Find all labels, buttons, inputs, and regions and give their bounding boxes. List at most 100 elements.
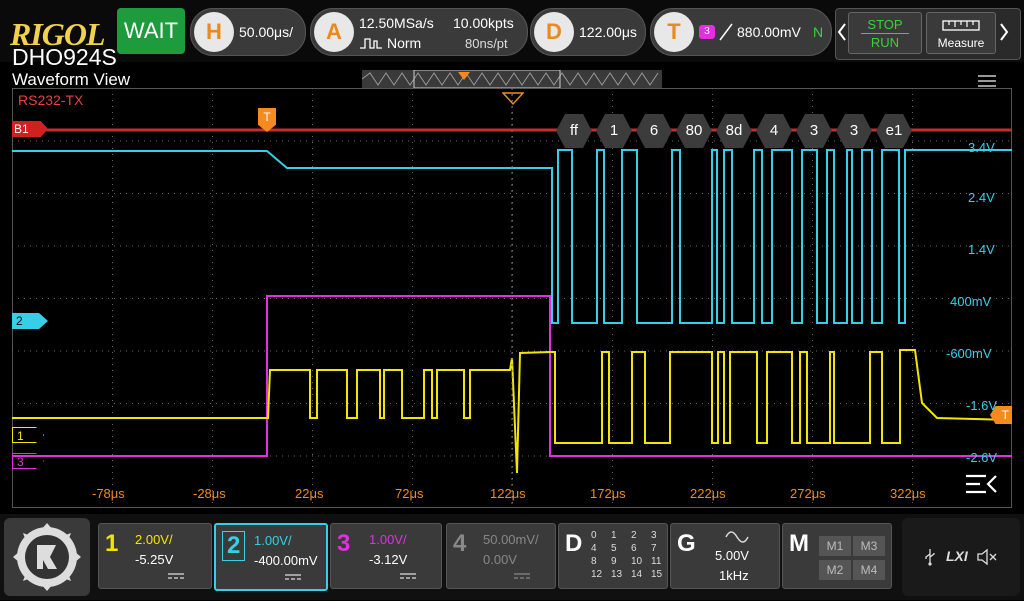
grid-dot	[412, 376, 413, 377]
grid-dot	[900, 193, 901, 194]
grid-dot	[372, 298, 373, 299]
grid-dot	[426, 245, 427, 247]
grid-dot	[186, 193, 187, 194]
home-button[interactable]	[4, 518, 90, 596]
waveform-grid[interactable]	[12, 88, 1013, 508]
grid-dot	[732, 403, 733, 404]
grid-dot	[912, 376, 913, 377]
grid-dot	[812, 244, 813, 245]
grid-dot	[90, 403, 91, 404]
grid-dot	[912, 442, 913, 443]
grid-dot	[812, 412, 813, 413]
grid-dot	[288, 140, 289, 142]
grid-dot	[222, 350, 223, 352]
grid-dot	[768, 245, 769, 247]
acquire-control[interactable]: A 12.50MSa/s 10.00kpts Norm 80ns/pt	[310, 8, 528, 56]
grid-dot	[120, 403, 121, 404]
grid-dot	[474, 245, 475, 247]
grid-dot	[612, 193, 613, 194]
memory-overview-bar[interactable]	[361, 69, 662, 89]
grid-dot	[212, 232, 213, 233]
math-m2[interactable]: M2	[819, 560, 851, 580]
grid-dot	[112, 274, 113, 275]
menu-icon[interactable]	[976, 73, 998, 89]
math-settings[interactable]: M M1 M3 M2 M4	[782, 523, 892, 589]
grid-dot	[212, 442, 213, 443]
grid-dot	[204, 140, 205, 142]
grid-dot	[912, 148, 913, 149]
grid-dot	[412, 268, 413, 269]
math-m1[interactable]: M1	[819, 536, 851, 556]
grid-dot	[912, 388, 913, 389]
grid-dot	[912, 448, 913, 449]
grid-dot	[648, 298, 649, 299]
grid-dot	[912, 202, 913, 203]
chevron-right-icon[interactable]	[998, 22, 1010, 42]
grid-dot	[212, 478, 213, 479]
grid-dot	[348, 298, 349, 299]
ch2-settings[interactable]: 2 1.00V/ -400.00mV	[214, 523, 328, 591]
chevron-left-icon[interactable]	[837, 22, 847, 42]
grid-dot	[712, 112, 713, 113]
run-stop-button[interactable]: STOP RUN	[848, 12, 922, 54]
grid-dot	[960, 193, 961, 194]
grid-dot	[412, 208, 413, 209]
grid-dot	[408, 245, 409, 247]
speaker-mute-icon[interactable]	[976, 548, 998, 566]
grid-dot	[102, 140, 103, 142]
grid-dot	[96, 298, 97, 299]
grid-dot	[216, 298, 217, 299]
measure-button[interactable]: Measure	[926, 12, 996, 54]
grid-dot	[546, 298, 547, 299]
horizontal-control[interactable]: H 50.00μs/	[190, 8, 306, 56]
grid-dot	[912, 178, 913, 179]
grid-dot	[738, 298, 739, 299]
grid-dot	[696, 245, 697, 247]
grid-dot	[810, 245, 811, 247]
trigger-control[interactable]: T 3 880.00mV N	[650, 8, 832, 56]
grid-dot	[312, 214, 313, 215]
grid-dot	[942, 298, 943, 299]
grid-dot	[624, 245, 625, 247]
grid-dot	[336, 350, 337, 352]
grid-dot	[804, 245, 805, 247]
grid-dot	[150, 403, 151, 404]
delay-control[interactable]: D 122.00μs	[530, 8, 646, 56]
grid-dot	[948, 245, 949, 247]
grid-dot	[432, 245, 433, 247]
grid-dot	[312, 244, 313, 245]
grid-dot	[792, 140, 793, 142]
grid-dot	[378, 298, 379, 299]
digital-settings[interactable]: D 0 1 2 3 4 5 6 7 8 9 10 11 12 13 14 15	[558, 523, 668, 589]
grid-dot	[212, 430, 213, 431]
collapse-menu-icon[interactable]	[964, 472, 1000, 496]
trigger-status[interactable]: WAIT	[117, 8, 185, 54]
grid-dot	[594, 245, 595, 247]
grid-dot	[1002, 245, 1003, 247]
bus-marker[interactable]: B1	[12, 121, 48, 137]
grid-dot	[738, 193, 739, 194]
grid-dot	[828, 193, 829, 194]
ch3-settings[interactable]: 3 1.00V/ -3.12V	[330, 523, 442, 589]
math-m3[interactable]: M3	[853, 536, 885, 556]
grid-dot	[444, 140, 445, 142]
grid-dot	[864, 403, 865, 404]
grid-dot	[234, 140, 235, 142]
grid-dot	[414, 140, 415, 142]
ch1-settings[interactable]: 1 2.00V/ -5.25V	[98, 523, 212, 589]
grid-dot	[318, 455, 319, 457]
grid-dot	[212, 160, 213, 161]
grid-dot	[912, 412, 913, 413]
digital-channel-number: 2	[631, 530, 637, 541]
grid-dot	[222, 140, 223, 142]
generator-settings[interactable]: G 5.00V 1kHz	[670, 523, 780, 589]
grid-dot	[312, 112, 313, 113]
ch4-settings[interactable]: 4 50.00mV/ 0.00V	[446, 523, 556, 589]
math-m4[interactable]: M4	[853, 560, 885, 580]
grid-dot	[186, 403, 187, 404]
grid-dot	[582, 403, 583, 404]
grid-dot	[240, 350, 241, 352]
grid-dot	[954, 140, 955, 142]
scale-label: 3.4V	[968, 140, 995, 155]
memory-depth: 10.00kpts	[453, 15, 514, 31]
